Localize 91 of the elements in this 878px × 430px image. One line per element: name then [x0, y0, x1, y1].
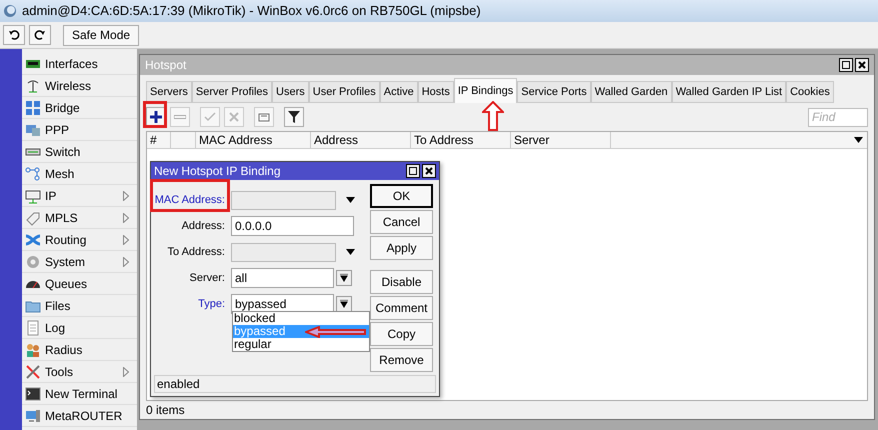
arrow-down-icon	[340, 300, 348, 308]
sidebar-item[interactable]: Radius	[22, 339, 137, 361]
field-label: MAC Address:	[154, 192, 225, 208]
tab[interactable]: Active	[380, 81, 418, 103]
minus-icon	[174, 115, 186, 119]
sidebar-item[interactable]: MetaROUTER	[22, 405, 137, 427]
sidebar-item[interactable]: PPP	[22, 119, 137, 141]
dropdown-button[interactable]	[336, 270, 352, 286]
dialog-button[interactable]: Comment	[370, 296, 433, 320]
column-header[interactable]: Address	[311, 132, 411, 148]
combo-field[interactable]	[231, 242, 336, 262]
plus-icon	[150, 111, 162, 123]
status-text: enabled	[157, 376, 200, 393]
sidebar-item[interactable]: Switch	[22, 141, 137, 163]
dialog-button[interactable]: OK	[370, 184, 433, 208]
combo-field[interactable]	[231, 190, 336, 210]
sidebar-item[interactable]: Bridge	[22, 97, 137, 119]
search-field[interactable]: Find	[808, 108, 868, 126]
dialog-title: New Hotspot IP Binding	[154, 163, 281, 180]
tab[interactable]: IP Bindings	[454, 78, 518, 103]
field-label: Type:	[198, 296, 225, 312]
sidebar-item[interactable]: IP	[22, 185, 137, 207]
people-icon	[25, 342, 41, 358]
left-arrow-icon	[305, 326, 367, 338]
tab[interactable]: Hosts	[418, 81, 454, 103]
computer-screens-icon	[25, 408, 41, 424]
column-header[interactable]: Server	[511, 132, 611, 148]
column-header[interactable]: To Address	[411, 132, 511, 148]
redo-icon	[34, 30, 46, 40]
column-menu-icon	[854, 137, 863, 143]
tab[interactable]: Cookies	[786, 81, 834, 103]
note-icon	[258, 112, 270, 122]
tags-icon	[25, 210, 41, 226]
close-icon	[425, 167, 433, 175]
app-logo-icon	[3, 4, 17, 18]
maximize-button[interactable]	[406, 164, 420, 178]
antenna-icon	[25, 78, 41, 94]
dropdown-option[interactable]: regular	[233, 338, 369, 351]
tab[interactable]: User Profiles	[308, 81, 380, 103]
highlight-frame	[143, 101, 167, 128]
status-text: 0 items	[146, 402, 185, 419]
sidebar-item[interactable]: New Terminal	[22, 383, 137, 405]
tab[interactable]: Servers	[146, 81, 192, 103]
tools-icon	[25, 364, 41, 380]
triangle-icon	[346, 197, 354, 203]
triangle-icon	[346, 249, 354, 255]
sidebar-item[interactable]: Log	[22, 317, 137, 339]
sidebar-item[interactable]: Routing	[22, 229, 137, 251]
comment-button[interactable]	[254, 107, 274, 127]
arrow-down-icon	[340, 274, 348, 282]
close-button[interactable]	[422, 164, 436, 178]
gear-icon	[25, 254, 41, 270]
filter-icon	[288, 111, 300, 123]
nodes-icon	[25, 166, 41, 182]
field-label: To Address:	[168, 244, 225, 260]
field-label: Address:	[182, 218, 225, 234]
redo-button[interactable]	[29, 25, 51, 45]
window-title: Hotspot	[145, 57, 186, 74]
tab[interactable]: Walled Garden	[590, 81, 672, 103]
tab[interactable]: Walled Garden IP List	[672, 81, 786, 103]
column-header[interactable]: #	[147, 132, 171, 148]
cross-icon	[229, 112, 239, 122]
close-icon	[858, 61, 866, 69]
dialog-button[interactable]: Copy	[370, 322, 433, 346]
filter-button[interactable]	[284, 107, 304, 127]
sidebar-item[interactable]: Files	[22, 295, 137, 317]
tab[interactable]: Users	[272, 81, 309, 103]
tab[interactable]: Service Ports	[517, 81, 591, 103]
sidebar-item[interactable]: Interfaces	[22, 53, 137, 75]
undo-button[interactable]	[3, 25, 25, 45]
safe-mode-button[interactable]: Safe Mode	[63, 24, 140, 46]
terminal-icon	[25, 386, 41, 402]
dialog-button[interactable]: Apply	[370, 236, 433, 260]
sidebar-item[interactable]: System	[22, 251, 137, 273]
document-icon	[25, 320, 41, 336]
crossing-arrows-icon	[25, 232, 41, 248]
dialog-button[interactable]: Remove	[370, 348, 433, 372]
address-field[interactable]: 0.0.0.0	[231, 216, 354, 236]
field-label: Server:	[190, 270, 225, 286]
dialog-button[interactable]: Cancel	[370, 210, 433, 234]
checkmark-icon	[204, 112, 216, 122]
select-field[interactable]: all	[231, 268, 334, 288]
maximize-button[interactable]	[839, 58, 853, 72]
undo-icon	[8, 30, 20, 40]
tab[interactable]: Server Profiles	[192, 81, 272, 103]
dropdown-button[interactable]	[336, 296, 352, 312]
dialog-button[interactable]: Disable	[370, 270, 433, 294]
column-header[interactable]: MAC Address	[196, 132, 311, 148]
close-button[interactable]	[855, 58, 869, 72]
window-title: admin@D4:CA:6D:5A:17:39 (MikroTik) - WinBox v6.0rc6 on RB750GL (mipsbe)	[22, 2, 481, 20]
dropdown-option[interactable]: blocked	[233, 312, 369, 325]
